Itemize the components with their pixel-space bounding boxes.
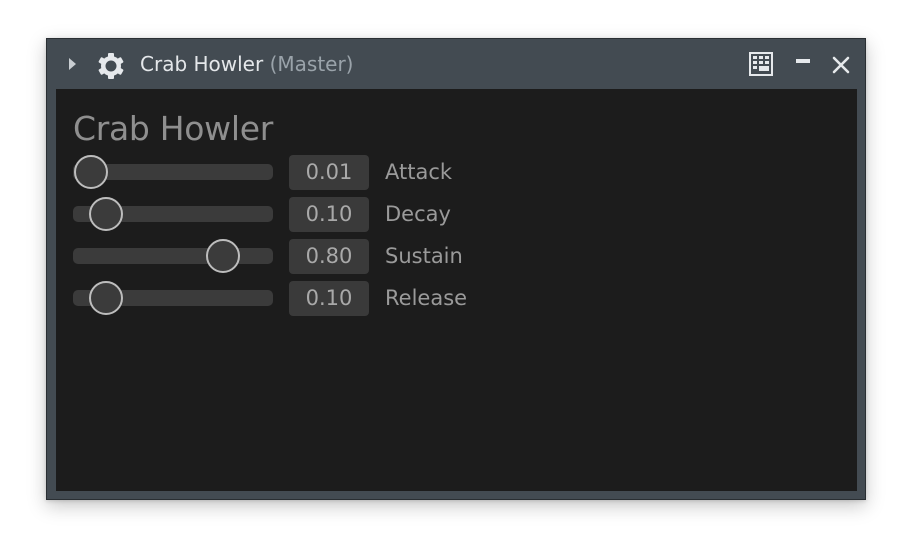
param-row-sustain: 0.80 Sustain [56,236,556,276]
attack-label: Attack [385,160,453,184]
param-row-decay: 0.10 Decay [56,194,556,234]
keypad-grid-icon[interactable] [749,52,773,76]
attack-slider[interactable] [73,155,273,189]
title-bar[interactable]: Crab Howler (Master) [47,39,865,89]
expand-triangle-icon[interactable] [69,58,76,70]
attack-slider-knob[interactable] [73,155,108,189]
window-title-text: Crab Howler [140,52,264,76]
sustain-label: Sustain [385,244,463,268]
release-label: Release [385,286,468,310]
close-icon[interactable] [831,55,851,75]
param-row-attack: 0.01 Attack [56,152,556,192]
attack-value-field[interactable]: 0.01 [289,155,369,190]
plugin-heading: Crab Howler [73,109,274,148]
release-value-field[interactable]: 0.10 [289,281,369,316]
param-row-release: 0.10 Release [56,278,556,318]
window-title: Crab Howler (Master) [140,50,353,78]
release-slider[interactable] [73,281,273,315]
decay-slider[interactable] [73,197,273,231]
minimize-icon[interactable] [796,59,810,63]
sustain-slider-knob[interactable] [206,239,241,273]
plugin-window: Crab Howler (Master) Crab Howler 0.01 At… [46,38,866,500]
decay-slider-knob[interactable] [88,197,123,231]
decay-value-field[interactable]: 0.10 [289,197,369,232]
sustain-value-field[interactable]: 0.80 [289,239,369,274]
plugin-panel: Crab Howler 0.01 Attack 0.10 Decay 0.80 … [56,89,857,491]
release-slider-knob[interactable] [88,281,123,315]
window-subtitle: (Master) [269,52,354,76]
decay-label: Decay [385,202,451,226]
gear-icon[interactable] [97,52,125,80]
sustain-slider[interactable] [73,239,273,273]
